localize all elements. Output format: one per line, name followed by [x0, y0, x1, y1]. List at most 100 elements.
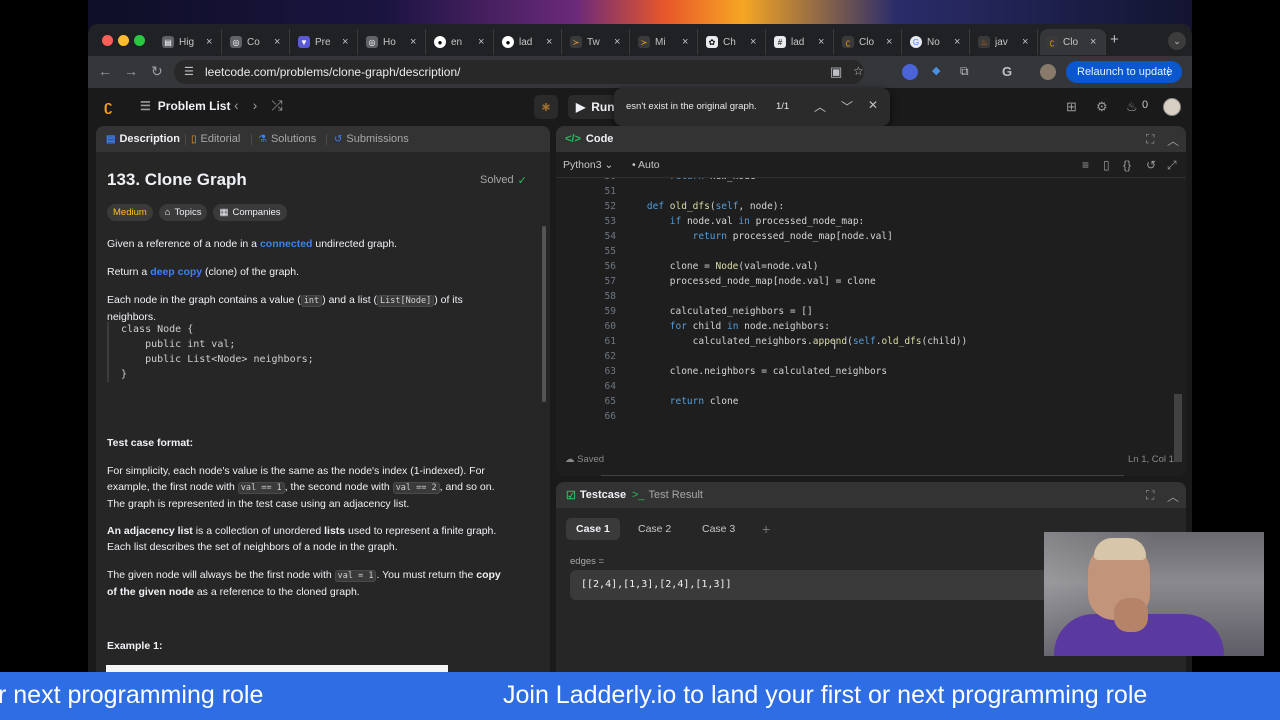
code-line[interactable]: calculated_neighbors.append(self.old_dfs…	[624, 336, 968, 347]
back-icon[interactable]: ←	[98, 63, 112, 79]
close-window-button[interactable]	[102, 35, 113, 46]
browser-tab[interactable]: ≻ Mi ×	[632, 29, 698, 55]
chevron-down-icon[interactable]: ﹀	[841, 98, 853, 115]
companies-chip[interactable]: ▦ Companies	[213, 204, 287, 221]
forward-icon[interactable]: →	[124, 63, 138, 79]
gear-icon[interactable]: ⚙	[1096, 99, 1108, 115]
tab-testcase[interactable]: ☑ Testcase	[566, 489, 626, 502]
next-problem-icon[interactable]: ›	[253, 97, 258, 114]
find-input[interactable]: esn't exist in the original graph.	[626, 101, 757, 112]
more-icon[interactable]: ⋮	[1163, 65, 1174, 78]
close-tab-icon[interactable]: ×	[206, 36, 212, 48]
chevron-up-icon[interactable]: ︿	[1167, 132, 1179, 149]
close-tab-icon[interactable]: ×	[818, 36, 824, 48]
tab-test-result[interactable]: >_ Test Result	[632, 489, 703, 501]
shuffle-icon[interactable]: ⤮	[271, 97, 282, 114]
code-line[interactable]: return clone	[624, 396, 739, 407]
minimize-window-button[interactable]	[118, 35, 129, 46]
streak-icon[interactable]: ♨	[1126, 99, 1138, 115]
fullscreen-window-button[interactable]	[134, 35, 145, 46]
close-tab-icon[interactable]: ×	[682, 36, 688, 48]
leetcode-logo[interactable]: ʗ	[104, 98, 120, 116]
relaunch-button[interactable]: Relaunch to update ⋮	[1066, 61, 1182, 83]
close-tab-icon[interactable]: ×	[1022, 36, 1028, 48]
browser-tab-active[interactable]: ʗ Clo ×	[1040, 29, 1106, 55]
omnibox[interactable]: ☰ leetcode.com/problems/clone-graph/desc…	[174, 60, 864, 84]
tab-submissions[interactable]: ↺ Submissions	[334, 133, 409, 145]
code-line[interactable]: processed_node_map[node.val] = clone	[624, 276, 876, 287]
tab-editorial[interactable]: ▯ Editorial	[191, 133, 240, 145]
chevron-up-icon[interactable]: ︿	[1167, 488, 1179, 505]
close-tab-icon[interactable]: ×	[886, 36, 892, 48]
code-line[interactable]: def old_dfs(self, node):	[624, 201, 784, 212]
close-tab-icon[interactable]: ×	[614, 36, 620, 48]
case-tab-1[interactable]: Case 1	[566, 518, 620, 540]
format-icon[interactable]: ≡	[1082, 158, 1089, 172]
case-tab-3[interactable]: Case 3	[692, 518, 745, 540]
reload-icon[interactable]: ↻	[151, 63, 163, 80]
code-line[interactable]: if node.val in processed_node_map:	[624, 216, 865, 227]
close-tab-icon[interactable]: ×	[546, 36, 552, 48]
browser-tab[interactable]: ◎ Ho ×	[360, 29, 426, 55]
new-tab-button[interactable]: +	[1110, 31, 1119, 48]
close-tab-icon[interactable]: ×	[274, 36, 280, 48]
close-tab-icon[interactable]: ×	[1090, 36, 1096, 48]
code-line[interactable]: return new_node	[624, 178, 756, 182]
layout-icon[interactable]: ⊞	[1066, 99, 1077, 115]
horizontal-scrollbar[interactable]	[601, 475, 1124, 476]
extension-icon[interactable]	[902, 64, 918, 80]
tab-description[interactable]: ▤ Description	[106, 133, 180, 145]
browser-tab[interactable]: ≻ Tw ×	[564, 29, 630, 55]
browser-tab[interactable]: ʗ Clo ×	[836, 29, 902, 55]
chevron-down-icon[interactable]: ⌄	[1168, 32, 1186, 50]
browser-tab[interactable]: ● lad ×	[496, 29, 562, 55]
browser-tab[interactable]: ✿ Ch ×	[700, 29, 766, 55]
tab-solutions[interactable]: ⚗ Solutions	[258, 133, 316, 145]
code-line[interactable]: clone.neighbors = calculated_neighbors	[624, 366, 887, 377]
site-info-icon[interactable]: ☰	[184, 65, 194, 78]
case-tab-2[interactable]: Case 2	[628, 518, 681, 540]
close-tab-icon[interactable]: ×	[410, 36, 416, 48]
browser-tab[interactable]: # lad ×	[768, 29, 834, 55]
expand-icon[interactable]: ⤢	[1167, 158, 1177, 173]
code-line[interactable]: calculated_neighbors = []	[624, 306, 813, 317]
close-tab-icon[interactable]: ×	[954, 36, 960, 48]
vertical-scrollbar[interactable]	[1174, 394, 1182, 462]
add-case-button[interactable]: +	[752, 518, 780, 540]
browser-tab[interactable]: ♨ jav ×	[972, 29, 1038, 55]
connected-link[interactable]: connected	[260, 238, 313, 250]
star-icon[interactable]: ☆	[853, 64, 864, 78]
maximize-icon[interactable]: ⛶	[1146, 488, 1154, 503]
close-tab-icon[interactable]: ×	[342, 36, 348, 48]
language-select[interactable]: Python3 ⌄	[563, 159, 613, 171]
code-line[interactable]: for child in node.neighbors:	[624, 321, 830, 332]
debug-icon[interactable]: ✱	[534, 95, 558, 119]
profile-avatar[interactable]	[1040, 64, 1056, 80]
avatar[interactable]	[1163, 98, 1181, 116]
screenshot-icon[interactable]: ▣	[830, 64, 842, 80]
google-icon[interactable]: G	[1002, 64, 1018, 80]
code-line[interactable]: clone = Node(val=node.val)	[624, 261, 819, 272]
auto-toggle[interactable]: • Auto	[632, 159, 660, 171]
bookmark-icon[interactable]: ▯	[1103, 158, 1110, 172]
reset-icon[interactable]: ↺	[1146, 158, 1156, 172]
browser-tab[interactable]: ◎ Co ×	[224, 29, 290, 55]
deep-copy-link[interactable]: deep copy	[150, 266, 202, 278]
maximize-icon[interactable]: ⛶	[1146, 132, 1154, 147]
close-tab-icon[interactable]: ×	[478, 36, 484, 48]
braces-icon[interactable]: {}	[1123, 158, 1131, 172]
browser-tab[interactable]: ● en ×	[428, 29, 494, 55]
description-scrollbar[interactable]	[542, 226, 546, 402]
problem-list-button[interactable]: ☰ Problem List	[140, 99, 230, 113]
browser-tab[interactable]: G No ×	[904, 29, 970, 55]
browser-tab[interactable]: ▤ Hig ×	[156, 29, 222, 55]
chevron-up-icon[interactable]: ︿	[814, 98, 826, 115]
browser-tab[interactable]: ▼ Pre ×	[292, 29, 358, 55]
prev-problem-icon[interactable]: ‹	[234, 97, 239, 114]
topics-chip[interactable]: ⌂ Topics	[158, 204, 208, 221]
close-tab-icon[interactable]: ×	[750, 36, 756, 48]
code-editor[interactable]: 50 return new_node 51 52 def old_dfs(self,…	[556, 178, 1186, 440]
puzzle-icon[interactable]: ⧉	[960, 64, 976, 80]
code-line[interactable]: return processed_node_map[node.val]	[624, 231, 893, 242]
close-icon[interactable]: ✕	[868, 98, 878, 112]
